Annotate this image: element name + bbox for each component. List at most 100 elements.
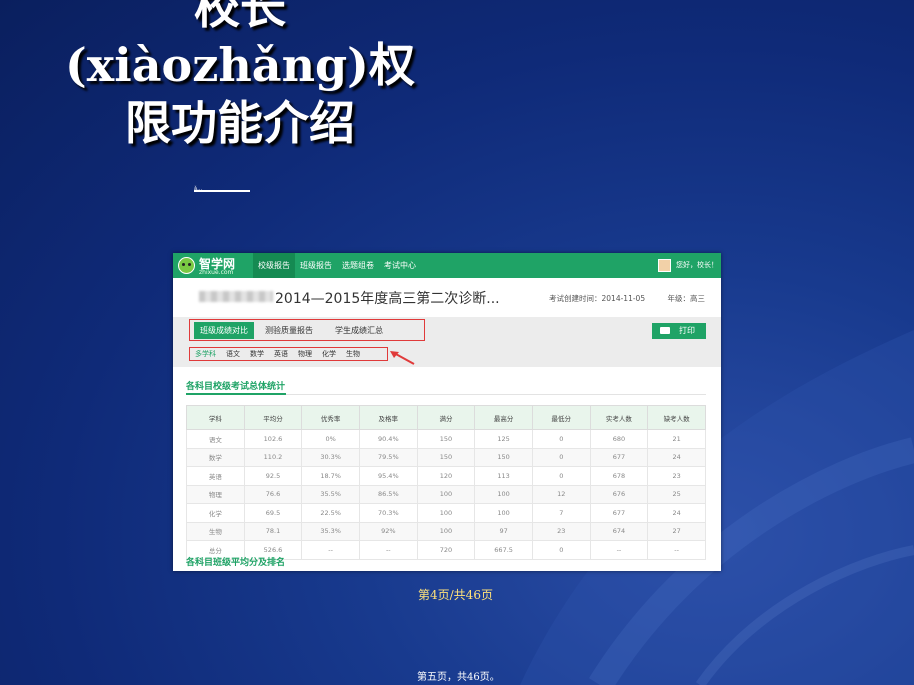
table-cell: --: [301, 540, 360, 560]
subject-physics[interactable]: 物理: [293, 349, 317, 359]
tab-student-summary[interactable]: 学生成绩汇总: [324, 325, 394, 336]
table-cell: 24: [647, 503, 706, 523]
table-cell: 100: [416, 503, 476, 523]
table-cell: 生物: [186, 521, 245, 541]
table-cell: 0: [531, 447, 591, 467]
table-cell: 110.2: [243, 447, 303, 467]
table-cell: 24: [647, 447, 706, 467]
annotation-arrow-icon: [390, 351, 415, 365]
table-cell: 667.5: [474, 540, 533, 560]
logo-icon: [178, 257, 195, 274]
slide-title-line-3: 限功能介绍: [125, 96, 355, 150]
section-title-class-average: 各科目班级平均分及排名: [186, 558, 286, 568]
print-button[interactable]: 打印: [652, 323, 706, 339]
table-cell: 674: [589, 521, 649, 541]
subject-chemistry[interactable]: 化学: [317, 349, 341, 359]
table-cell: 7: [531, 503, 591, 523]
table-cell: 英语: [186, 466, 245, 486]
table-cell: 23: [531, 521, 591, 541]
table-row: 生物 78.1 35.3% 92% 100 97 23 674 27: [186, 521, 706, 541]
avatar[interactable]: [658, 259, 671, 272]
nav-exam-center[interactable]: 考试中心: [379, 253, 421, 278]
table-cell: 0: [531, 466, 591, 486]
table-cell: 86.5%: [358, 484, 418, 504]
table-cell: 化学: [186, 503, 245, 523]
table-cell: 677: [589, 447, 649, 467]
table-cell: 25: [647, 484, 706, 504]
table-row: 化学 69.5 22.5% 70.3% 100 100 7 677 24: [186, 503, 706, 523]
table-cell: 30.3%: [301, 447, 360, 467]
subject-chinese[interactable]: 语文: [221, 349, 245, 359]
table-body: 语文 102.6 0% 90.4% 150 125 0 680 21 数学 110.2 30.3% 79…: [186, 429, 706, 560]
top-navbar: 智学网 zhixue.com 校级报告 班级报告 选题组卷 考试中心 您好，校长…: [173, 253, 721, 278]
table-cell: 150: [416, 429, 476, 449]
table-cell: 76.6: [243, 484, 303, 504]
table-row: 英语 92.5 18.7% 95.4% 120 113 0 678 23: [186, 466, 706, 486]
col-average: 平均分: [243, 405, 303, 430]
table-cell: 100: [474, 484, 533, 504]
col-excellent-rate: 优秀率: [301, 405, 360, 430]
table-cell: 0: [531, 540, 591, 560]
table-cell: 90.4%: [358, 429, 418, 449]
table-cell: --: [647, 540, 706, 560]
table-cell: 物理: [186, 484, 245, 504]
subject-filter: 多学科 语文 数学 英语 物理 化学 生物: [189, 347, 388, 361]
col-max-score: 最高分: [474, 405, 533, 430]
table-cell: 92.5: [243, 466, 303, 486]
table-cell: 150: [474, 447, 533, 467]
table-cell: 125: [474, 429, 533, 449]
nav-paper-builder[interactable]: 选题组卷: [337, 253, 379, 278]
section-title-overall: 各科目校级考试总体统计: [186, 382, 286, 392]
slide-footer: 第五页，共46页。: [417, 672, 500, 683]
tab-class-comparison[interactable]: 班级成绩对比: [194, 321, 254, 339]
table-cell: 100: [474, 503, 533, 523]
exam-grade: 年级：高三: [667, 294, 705, 303]
nav-school-report[interactable]: 校级报告: [253, 253, 295, 278]
table-row: 语文 102.6 0% 90.4% 150 125 0 680 21: [186, 429, 706, 449]
table-cell: 数学: [186, 447, 245, 467]
table-cell: 92%: [358, 521, 418, 541]
col-attended: 实考人数: [589, 405, 649, 430]
tiny-divider: [194, 190, 250, 192]
col-absent: 缺考人数: [647, 405, 706, 430]
table-cell: 69.5: [243, 503, 303, 523]
table-cell: 79.5%: [358, 447, 418, 467]
table-cell: 100: [416, 521, 476, 541]
table-cell: 35.3%: [301, 521, 360, 541]
table-cell: 97: [474, 521, 533, 541]
table-cell: 676: [589, 484, 649, 504]
table-cell: 21: [647, 429, 706, 449]
slide-title-line-1: 校长: [194, 0, 286, 34]
subject-biology[interactable]: 生物: [341, 349, 365, 359]
logo-url: zhixue.com: [199, 269, 234, 276]
table-cell: 语文: [186, 429, 245, 449]
col-pass-rate: 及格率: [358, 405, 418, 430]
table-cell: 677: [589, 503, 649, 523]
table-cell: 0: [531, 429, 591, 449]
subject-english[interactable]: 英语: [269, 349, 293, 359]
table-cell: 78.1: [243, 521, 303, 541]
table-cell: 680: [589, 429, 649, 449]
tab-quality-report[interactable]: 测验质量报告: [254, 325, 324, 336]
exam-title: 2014—2015年度高三第二次诊断...: [275, 291, 500, 307]
nav-class-report[interactable]: 班级报告: [295, 253, 337, 278]
table-cell: --: [589, 540, 649, 560]
exam-meta: 考试创建时间：2014-11-05 年级：高三: [549, 293, 705, 304]
page-indicator: 第4页/共46页: [418, 588, 493, 602]
table-cell: 27: [647, 521, 706, 541]
table-cell: 120: [416, 466, 476, 486]
table-cell: 23: [647, 466, 706, 486]
stats-table: 学科 平均分 优秀率 及格率 满分 最高分 最低分 实考人数 缺考人数 语文 10…: [186, 405, 706, 560]
slide-title: 校长 (xiàozhǎng)权 限功能介绍: [40, 0, 440, 152]
table-cell: 95.4%: [358, 466, 418, 486]
col-subject: 学科: [186, 405, 245, 430]
table-cell: 113: [474, 466, 533, 486]
table-cell: 100: [416, 484, 476, 504]
table-cell: 35.5%: [301, 484, 360, 504]
blurred-school-name: [199, 291, 273, 302]
subject-all[interactable]: 多学科: [190, 349, 221, 359]
table-cell: 12: [531, 484, 591, 504]
user-greeting[interactable]: 您好，校长！: [676, 253, 718, 278]
subject-math[interactable]: 数学: [245, 349, 269, 359]
section-underline: [186, 393, 286, 395]
